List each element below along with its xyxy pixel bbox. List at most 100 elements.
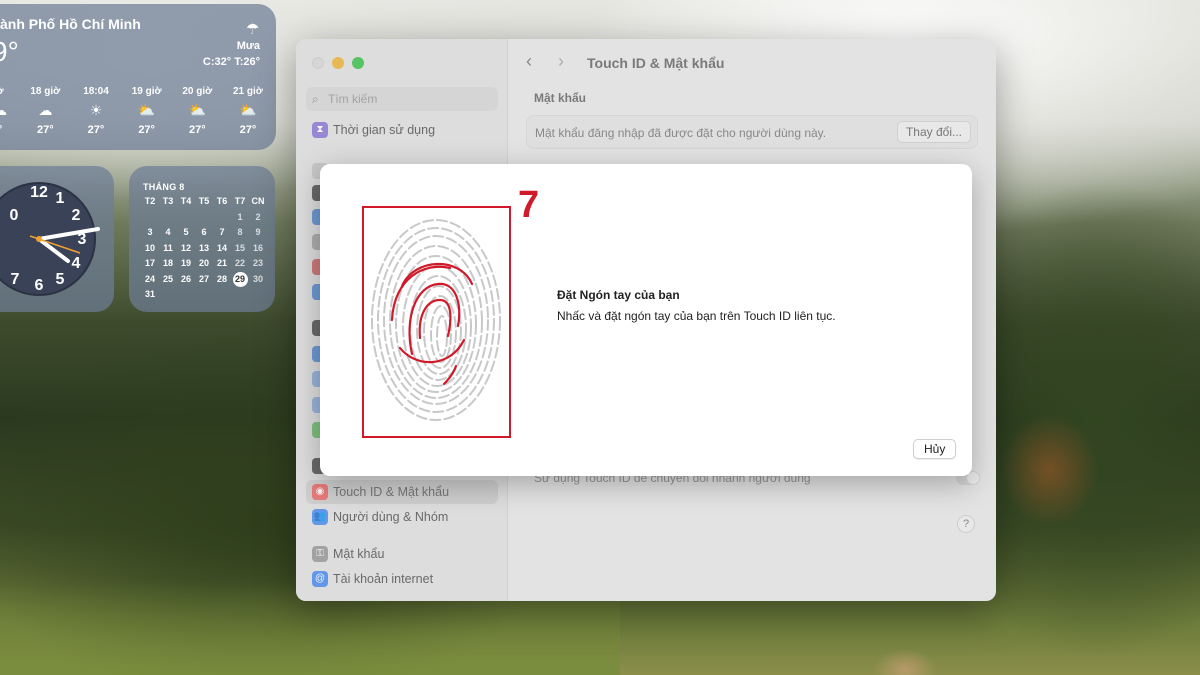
hourly-item: 18:04 ☀ 27°: [71, 86, 122, 136]
cloud-sun-rain-icon: ⛅: [239, 102, 257, 118]
calendar-day: [177, 287, 195, 303]
hourly-item: 19 giờ ⛅ 27°: [121, 86, 172, 136]
calendar-day: 5: [183, 227, 189, 237]
calendar-day: [213, 210, 231, 226]
hourly-time: ờ: [0, 86, 4, 97]
weather-city: ành Phố Hồ Chí Minh: [0, 16, 141, 32]
clock-number: 1: [56, 190, 65, 207]
calendar-day: 7: [219, 227, 225, 237]
hourly-time: 18:04: [83, 86, 109, 97]
calendar-weekday: T7: [234, 196, 246, 206]
calendar-day: [195, 287, 213, 303]
calendar-day: 22: [234, 258, 245, 268]
cloud-sun-rain-icon: ⛅: [137, 102, 156, 118]
calendar-day: 19: [180, 258, 191, 268]
calendar-day: 8: [237, 227, 243, 237]
calendar-day: 17: [144, 258, 155, 268]
calendar-day: 6: [201, 227, 207, 237]
calendar-widget[interactable]: THÁNG 8 T2 T3 T4 T5 T6 T7 CN 1 2 3 4 5 6…: [129, 166, 275, 312]
calendar-day: 16: [252, 242, 263, 253]
sunset-icon: ☀: [89, 102, 103, 118]
cloud-rain-icon: ☂: [246, 21, 260, 38]
calendar-day: [249, 287, 267, 303]
calendar-day: 31: [144, 289, 155, 299]
clock-number: 4: [72, 255, 81, 272]
clock-number: 5: [56, 271, 65, 288]
clock-widget[interactable]: 12 1 2 3 4 5 6 7 0: [0, 166, 114, 312]
weather-hourly-forecast: ờ ☁ ° 18 giờ ☁ 27° 18:04 ☀ 27° 19 giờ ⛅ …: [0, 86, 276, 136]
clock-number: 7: [11, 271, 20, 288]
hourly-time: 19 giờ: [131, 86, 162, 97]
calendar-day: [159, 210, 177, 226]
hourly-item: ờ ☁ °: [0, 86, 20, 136]
calendar-day: [159, 287, 177, 303]
calendar-day: 26: [180, 273, 191, 284]
cloud-rain-icon: ☁: [38, 102, 53, 118]
calendar-day: [195, 210, 213, 226]
calendar-day: 10: [144, 242, 155, 253]
cloud-sun-rain-icon: ⛅: [188, 102, 207, 118]
calendar-weekday: T5: [198, 196, 210, 206]
calendar-weekday: CN: [251, 196, 265, 206]
hourly-temp: °: [0, 124, 2, 136]
hourly-time: 21 giờ: [233, 86, 263, 97]
calendar-weekday: T3: [162, 196, 174, 206]
calendar-weekday: T4: [180, 196, 192, 206]
calendar-day: 27: [198, 273, 209, 284]
calendar-day: 28: [216, 273, 227, 284]
hourly-temp: 27°: [138, 124, 155, 136]
landscape-autumn-tree: [980, 390, 1120, 550]
calendar-day: 23: [252, 258, 263, 268]
calendar-day: 21: [216, 258, 227, 268]
calendar-day: 12: [180, 242, 191, 253]
sheet-description: Nhấc và đặt ngón tay của bạn trên Touch …: [557, 309, 836, 323]
calendar-day: [177, 210, 195, 226]
calendar-day: 3: [147, 227, 153, 237]
hourly-temp: 27°: [87, 124, 105, 136]
calendar-day: [141, 210, 159, 226]
clock-number: 6: [35, 277, 44, 294]
hourly-time: 20 giờ: [182, 86, 213, 97]
weather-widget[interactable]: ành Phố Hồ Chí Minh 9° ☂ Mưa C:32° T:26°…: [0, 4, 276, 150]
fingerprint-icon: [371, 219, 501, 421]
weather-condition: Mưa: [236, 40, 260, 52]
clock-number: 12: [30, 184, 48, 201]
cancel-button[interactable]: Hủy: [913, 439, 957, 459]
hourly-temp: 27°: [239, 124, 257, 136]
hourly-temp: 27°: [37, 124, 54, 136]
hourly-time: 18 giờ: [30, 86, 61, 97]
calendar-weekday: T6: [216, 196, 228, 206]
calendar-day: 30: [252, 273, 263, 284]
landscape-road: [860, 630, 950, 675]
calendar-day: [213, 287, 231, 303]
calendar-day: 24: [144, 273, 155, 284]
calendar-day: 13: [198, 242, 209, 253]
calendar-day: 25: [162, 273, 173, 284]
sheet-title: Đặt Ngón tay của bạn: [557, 288, 680, 302]
clock-number: 2: [72, 207, 81, 224]
calendar-today-number: 29: [232, 271, 248, 287]
hourly-item: 21 giờ ⛅ 27°: [223, 86, 274, 136]
calendar-month: THÁNG 8: [143, 182, 185, 192]
calendar-day: [231, 287, 249, 303]
weather-current-temp: 9°: [0, 36, 19, 67]
step-number-badge: 7: [518, 184, 540, 226]
hourly-item: 18 giờ ☁ 27°: [20, 86, 71, 136]
calendar-weekday: T2: [144, 196, 156, 206]
hourly-item: 20 giờ ⛅ 27°: [172, 86, 223, 136]
calendar-day: 20: [198, 258, 209, 268]
calendar-day: 11: [163, 242, 173, 253]
hourly-temp: 27°: [188, 124, 206, 136]
calendar-day: 1: [237, 211, 243, 222]
weather-high-low: C:32° T:26°: [202, 56, 260, 68]
calendar-day: 2: [255, 211, 261, 222]
calendar-day: 14: [216, 242, 227, 253]
calendar-day: 4: [165, 227, 171, 237]
clock-number: 0: [10, 207, 19, 224]
touch-id-enroll-sheet: 7 Đặt Ngón tay của bạn Nhấc và đặt ngón …: [320, 164, 972, 476]
cloud-rain-icon: ☁: [0, 102, 7, 118]
analog-clock: 12 1 2 3 4 5 6 7 0: [0, 182, 100, 296]
calendar-day: 9: [255, 227, 261, 237]
calendar-day: 15: [234, 242, 245, 253]
calendar-day: 18: [162, 258, 173, 268]
